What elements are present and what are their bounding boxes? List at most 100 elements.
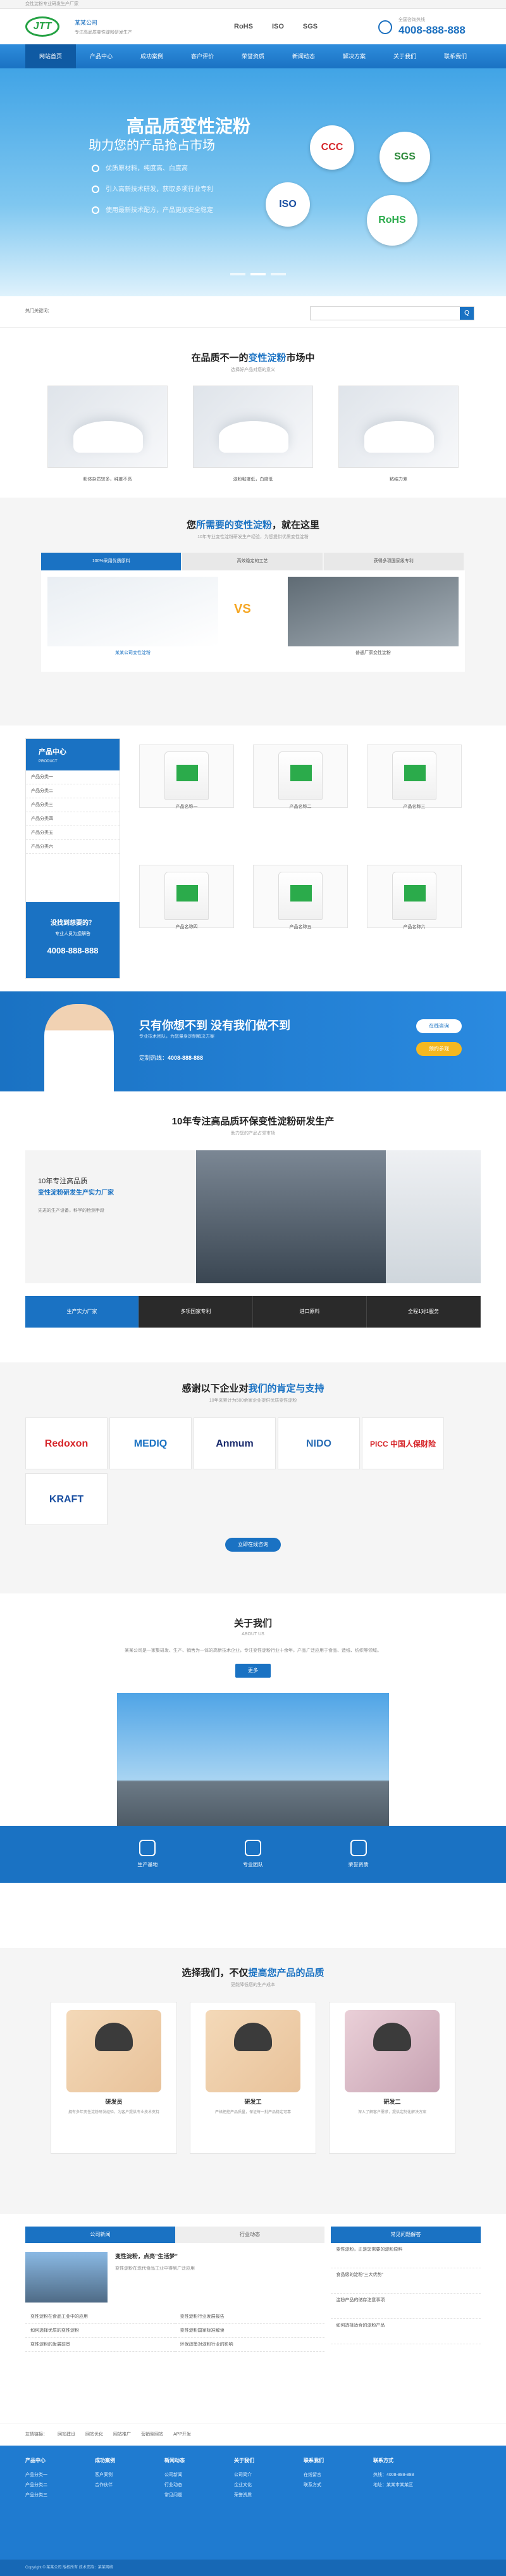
friend-link[interactable]: 网站优化 xyxy=(85,2432,103,2437)
tab-company-news[interactable]: 公司新闻 xyxy=(25,2227,175,2243)
news-item[interactable]: 环保政策对淀粉行业的影响 xyxy=(175,2338,325,2352)
product-card[interactable]: 产品名称二 xyxy=(253,745,348,809)
hotline-label: 全国咨询热线 xyxy=(398,18,425,22)
compare-tabs: 100%采用优质原料 高效稳定的工艺 获得多项国家级专利 xyxy=(41,553,465,570)
product-card[interactable]: 产品名称五 xyxy=(253,865,348,929)
compare-tab[interactable]: 高效稳定的工艺 xyxy=(182,553,323,570)
news-item[interactable]: 变性淀粉的发展前景 xyxy=(25,2338,175,2352)
nav-item[interactable]: 荣誉资质 xyxy=(228,44,278,68)
nav-item[interactable]: 网站首页 xyxy=(25,44,76,68)
faq-item[interactable]: 食品级的淀粉”三大优势” xyxy=(331,2268,481,2294)
topbar-text: 变性淀粉专业研发生产厂家 xyxy=(25,2,78,6)
partner-consult-button[interactable]: 立即在线咨询 xyxy=(225,1538,281,1552)
banner-subtitle: 助力您的产品抢占市场 xyxy=(89,139,215,153)
friend-link[interactable]: APP开发 xyxy=(173,2432,191,2437)
faq-item[interactable]: 如何选择适合的淀粉产品 xyxy=(331,2319,481,2344)
partner-logo: Anmum xyxy=(194,1417,276,1469)
cta-sub: 专业技术团队，为您量身定制解决方案 xyxy=(139,1034,214,1039)
section-title: 感谢以下企业对我们的肯定与支持 xyxy=(182,1383,324,1394)
consult-button[interactable]: 在线咨询 xyxy=(416,1019,462,1033)
nav-item[interactable]: 产品中心 xyxy=(76,44,126,68)
factory-tab[interactable]: 全程1对1服务 xyxy=(367,1296,481,1328)
section-team: 选择我们，不仅提高您产品的品质 更能降低您的生产成本 研发员 拥有多年变性淀粉研发… xyxy=(0,1948,506,2214)
footer-col: 成功案例 客户案例 合作伙伴 xyxy=(95,2458,115,2487)
section-subtitle: 10年专业变性淀粉研发生产经验，为您提供优质变性淀粉 xyxy=(197,535,309,539)
faq-item[interactable]: 淀粉产品的储存注意事项 xyxy=(331,2294,481,2319)
tab-industry-news[interactable]: 行业动态 xyxy=(175,2227,325,2243)
sidebar-item[interactable]: 产品分类六 xyxy=(26,840,120,854)
section-quality: 在品质不一的变性淀粉市场中 选择好产品对您的意义 粉体杂质较多，纯度不高 淀粉粘… xyxy=(0,328,506,498)
sidebar-contact: 没找到想要的？ 专业人员为您解答 4008-888-888 xyxy=(26,902,120,978)
footer-col: 关于我们 公司简介 企业文化 荣誉资质 xyxy=(234,2458,254,2497)
cta-banner: 只有你想不到 没有我们做不到 专业技术团队，为您量身定制解决方案 定制热线：40… xyxy=(0,991,506,1091)
powder-image xyxy=(47,386,168,468)
section-subtitle: 更能降低您的生产成本 xyxy=(231,1983,275,1987)
sidebar-item[interactable]: 产品分类一 xyxy=(26,770,120,784)
sidebar-item[interactable]: 产品分类二 xyxy=(26,784,120,798)
hotline: 全国咨询热线 4008-888-888 xyxy=(398,16,474,37)
product-card[interactable]: 产品名称六 xyxy=(367,865,462,929)
search-bar: 热门关键词： Q xyxy=(0,296,506,328)
section-about: 关于我们 ABOUT US 某某公司是一家集研发、生产、销售为一体的高新技术企业… xyxy=(0,1593,506,1948)
news-image xyxy=(25,2252,108,2303)
iso-seal: ISO xyxy=(266,182,310,227)
news-item[interactable]: 如何选择优质的变性淀粉 xyxy=(25,2324,175,2338)
trophy-icon xyxy=(350,1840,367,1856)
factory-tab[interactable]: 生产实力厂家 xyxy=(25,1296,139,1328)
news-item[interactable]: 变性淀粉在食品工业中的应用 xyxy=(25,2310,175,2324)
nav-item[interactable]: 解决方案 xyxy=(329,44,379,68)
nav-item[interactable]: 联系我们 xyxy=(430,44,481,68)
team-avatar xyxy=(206,2010,300,2092)
section-title: 关于我们 xyxy=(233,1618,272,1629)
visit-button[interactable]: 预约参观 xyxy=(416,1042,462,1056)
faq-col: 常见问题解答 变性淀粉，正是您需要的淀粉原料 食品级的淀粉”三大优势” 淀粉产品… xyxy=(331,2227,481,2352)
sidebar-item[interactable]: 产品分类五 xyxy=(26,826,120,840)
banner-title: 高品质变性淀粉 xyxy=(126,116,251,136)
partner-logo: NIDO xyxy=(278,1417,360,1469)
search-button[interactable]: Q xyxy=(460,307,474,320)
product-card[interactable]: 产品名称四 xyxy=(139,865,234,929)
rohs-badge: RoHS xyxy=(234,23,253,30)
site-logo[interactable]: JTT xyxy=(25,16,59,37)
sidebar-item[interactable]: 产品分类四 xyxy=(26,812,120,826)
product-card[interactable]: 产品名称三 xyxy=(367,745,462,809)
faq-title: 常见问题解答 xyxy=(331,2227,481,2243)
team-card[interactable]: 研发员 拥有多年变性淀粉研发经验，为客户提供专业技术支持 xyxy=(51,2002,177,2154)
friend-link[interactable]: 网站推广 xyxy=(113,2432,131,2437)
friend-link[interactable]: 网站建设 xyxy=(58,2432,75,2437)
factory-line2: 变性淀粉研发生产实力厂家 xyxy=(38,1190,114,1197)
sidebar-item[interactable]: 产品分类三 xyxy=(26,798,120,812)
team-avatar xyxy=(66,2010,161,2092)
news-item[interactable]: 变性淀粉行业发展报告 xyxy=(175,2310,325,2324)
sgs-badge: SGS xyxy=(302,23,318,30)
nav-item[interactable]: 成功案例 xyxy=(126,44,177,68)
about-more-button[interactable]: 更多 xyxy=(235,1664,271,1678)
footer-col: 产品中心 产品分类一 产品分类二 产品分类三 xyxy=(25,2458,47,2497)
news-headline[interactable]: 变性淀粉，点亮”生活梦” xyxy=(115,2252,195,2260)
nav-item[interactable]: 客户评价 xyxy=(177,44,228,68)
section-title: 您所需要的变性淀粉，就在这里 xyxy=(186,520,320,531)
news-item[interactable]: 变性淀粉国家标准解读 xyxy=(175,2324,325,2338)
section-subtitle: 助力您的产品占领市场 xyxy=(231,1131,275,1136)
nav-item[interactable]: 新闻动态 xyxy=(278,44,329,68)
product-card[interactable]: 产品名称一 xyxy=(139,745,234,809)
faq-item[interactable]: 变性淀粉，正是您需要的淀粉原料 xyxy=(331,2243,481,2268)
team-card[interactable]: 研发二 深入了解客户需求，提供定制化解决方案 xyxy=(329,2002,455,2154)
compare-tab[interactable]: 100%采用优质原料 xyxy=(41,553,182,570)
factory-desc: 先进的生产设备，科学的检测手段 xyxy=(38,1209,104,1213)
banner-dots[interactable] xyxy=(228,270,288,277)
cta-phone: 定制热线：4008-888-888 xyxy=(139,1055,204,1061)
friend-link[interactable]: 营销型网站 xyxy=(141,2432,163,2437)
powder-image xyxy=(338,386,459,468)
nav-item[interactable]: 关于我们 xyxy=(379,44,430,68)
news-col: 公司新闻 行业动态 变性淀粉，点亮”生活梦” 变性淀粉在现代食品工业中得到广泛应用 … xyxy=(25,2227,325,2352)
search-input[interactable]: Q xyxy=(310,306,474,320)
section-subtitle: 10年来累计为500余家企业提供优质变性淀粉 xyxy=(209,1398,297,1403)
factory-tab[interactable]: 多项国家专利 xyxy=(139,1296,253,1328)
factory-tabs: 生产实力厂家 多项国家专利 进口原料 全程1对1服务 xyxy=(25,1296,481,1328)
banner-point: 使用最新技术配方，产品更加安全稳定 xyxy=(92,200,213,221)
company-slogan: 专注高品质变性淀粉研发生产 xyxy=(75,30,132,35)
team-card[interactable]: 研发工 严格把控产品质量，保证每一批产品稳定可靠 xyxy=(190,2002,316,2154)
compare-tab[interactable]: 获得多项国家级专利 xyxy=(323,553,464,570)
factory-tab[interactable]: 进口原料 xyxy=(253,1296,367,1328)
